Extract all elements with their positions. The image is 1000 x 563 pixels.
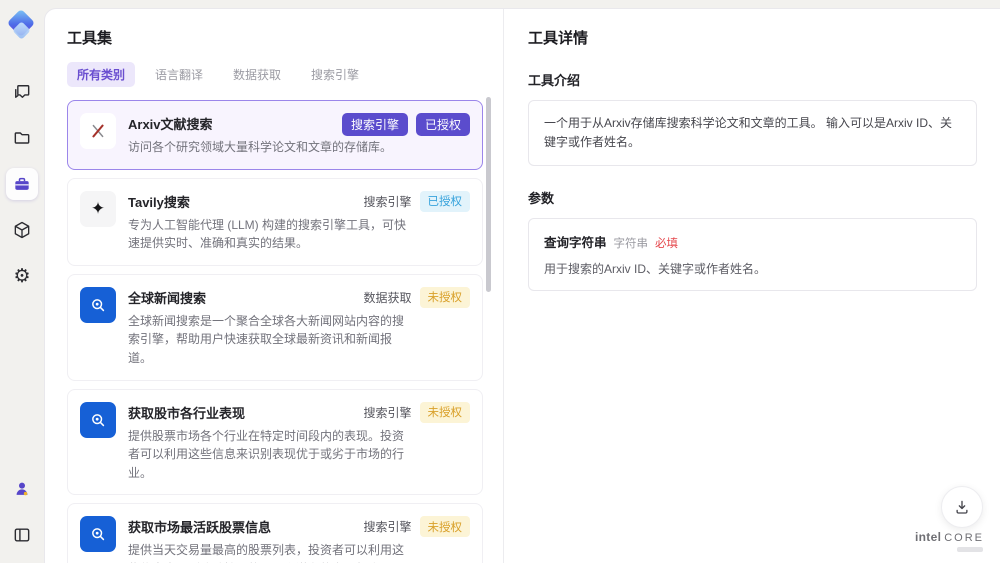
page-title: 工具集 <box>67 30 113 47</box>
tool-description: 访问各个研究领域大量科学论文和文章的存储库。 <box>128 140 393 154</box>
param-description: 用于搜索的Arxiv ID、关键字或作者姓名。 <box>544 262 767 277</box>
list-scrollbar[interactable] <box>486 97 491 557</box>
tool-card-tavily[interactable]: ✦ Tavily搜索 专为人工智能代理 (LLM) 构建的搜索引擎工具，可快速提… <box>67 177 483 266</box>
param-type: 字符串 <box>613 238 649 251</box>
news-search-icon <box>80 286 116 323</box>
category-tag: 搜索引擎 <box>363 520 412 535</box>
category-tag: 数据获取 <box>363 290 412 305</box>
auth-status-badge: 未授权 <box>419 286 470 308</box>
sparkle-icon: ✦ <box>80 190 116 227</box>
user-avatar-icon[interactable] <box>6 473 38 505</box>
tool-description: 提供当天交易量最高的股票列表，投资者可以利用这些信息来识别流动性强的股票和潜在的… <box>128 543 405 563</box>
tab-search-engine[interactable]: 搜索引擎 <box>301 62 369 87</box>
app-logo-icon[interactable] <box>6 8 37 42</box>
nav-chat-icon[interactable] <box>6 76 38 108</box>
gear-icon: ⚙ <box>13 265 31 287</box>
detail-title: 工具详情 <box>528 30 589 47</box>
tab-data-acquisition[interactable]: 数据获取 <box>223 62 291 87</box>
tool-list-panel: 工具集 所有类别 语言翻译 数据获取 搜索引擎 Arxiv文献搜索 访问各个研究… <box>45 9 503 563</box>
brand-intel: intel <box>915 530 942 544</box>
tab-all-categories[interactable]: 所有类别 <box>67 62 136 87</box>
category-tag: 搜索引擎 <box>363 194 412 209</box>
intro-heading: 工具介绍 <box>528 73 581 88</box>
brand-core: CORE <box>944 532 984 544</box>
download-button[interactable] <box>941 486 983 528</box>
arxiv-logo-icon <box>80 113 116 149</box>
nav-folder-icon[interactable] <box>6 122 38 154</box>
tool-detail-panel: 工具详情 工具介绍 一个用于从Arxiv存储库搜索科学论文和文章的工具。 输入可… <box>504 9 1000 563</box>
main-surface: 工具集 所有类别 语言翻译 数据获取 搜索引擎 Arxiv文献搜索 访问各个研究… <box>44 8 1000 563</box>
param-required-flag: 必填 <box>655 238 679 251</box>
nav-cube-icon[interactable] <box>6 214 38 246</box>
intro-text: 一个用于从Arxiv存储库搜索科学论文和文章的工具。 输入可以是Arxiv ID… <box>544 116 953 150</box>
category-tag: 搜索引擎 <box>363 405 412 420</box>
tab-language-translation[interactable]: 语言翻译 <box>145 62 213 87</box>
app-root: ⚙ 工具集 所有类别 语言翻译 数据获取 搜索引擎 Arxiv文献搜索 访问各个… <box>0 0 1000 563</box>
tool-description: 全球新闻搜索是一个聚合全球各大新闻网站内容的搜索引擎，帮助用户快速获取全球最新资… <box>128 313 405 365</box>
brand-subbar <box>957 547 983 552</box>
category-tag: 搜索引擎 <box>341 113 408 136</box>
tool-description: 专为人工智能代理 (LLM) 构建的搜索引擎工具，可快速提供实时、准确和真实的结… <box>128 217 407 251</box>
nav-rail: ⚙ <box>0 0 44 563</box>
params-heading: 参数 <box>528 191 555 207</box>
download-icon <box>956 500 968 514</box>
nav-settings-icon[interactable]: ⚙ <box>6 260 38 292</box>
tool-list: Arxiv文献搜索 访问各个研究领域大量科学论文和文章的存储库。 搜索引擎 已授… <box>67 100 483 563</box>
tool-description: 提供股票市场各个行业在特定时间段内的表现。投资者可以利用这些信息来识别表现优于或… <box>128 428 405 480</box>
auth-status-badge: 已授权 <box>419 190 470 212</box>
tool-card-sector-performance[interactable]: 获取股市各行业表现 提供股票市场各个行业在特定时间段内的表现。投资者可以利用这些… <box>67 388 483 496</box>
param-name: 查询字符串 <box>544 236 607 251</box>
auth-status-badge: 已授权 <box>415 113 470 136</box>
auth-status-badge: 未授权 <box>419 401 470 423</box>
stock-search-icon <box>80 401 116 438</box>
tool-card-global-news[interactable]: 全球新闻搜索 全球新闻搜索是一个聚合全球各大新闻网站内容的搜索引擎，帮助用户快速… <box>67 273 483 381</box>
scrollbar-thumb[interactable] <box>486 97 491 292</box>
category-tabs: 所有类别 语言翻译 数据获取 搜索引擎 <box>67 62 503 87</box>
auth-status-badge: 未授权 <box>419 516 470 538</box>
intro-card: 一个用于从Arxiv存储库搜索科学论文和文章的工具。 输入可以是Arxiv ID… <box>528 100 977 167</box>
nav-toolbox-icon-active[interactable] <box>6 168 38 200</box>
stock-search-icon <box>80 516 116 553</box>
tool-card-most-active-stocks[interactable]: 获取市场最活跃股票信息 提供当天交易量最高的股票列表，投资者可以利用这些信息来识… <box>67 503 483 563</box>
tool-card-arxiv[interactable]: Arxiv文献搜索 访问各个研究领域大量科学论文和文章的存储库。 搜索引擎 已授… <box>67 100 483 170</box>
panel-toggle-icon[interactable] <box>6 519 38 551</box>
param-card: 查询字符串 字符串 必填 用于搜索的Arxiv ID、关键字或作者姓名。 <box>528 218 977 292</box>
intel-core-logo: intel CORE <box>915 530 984 552</box>
